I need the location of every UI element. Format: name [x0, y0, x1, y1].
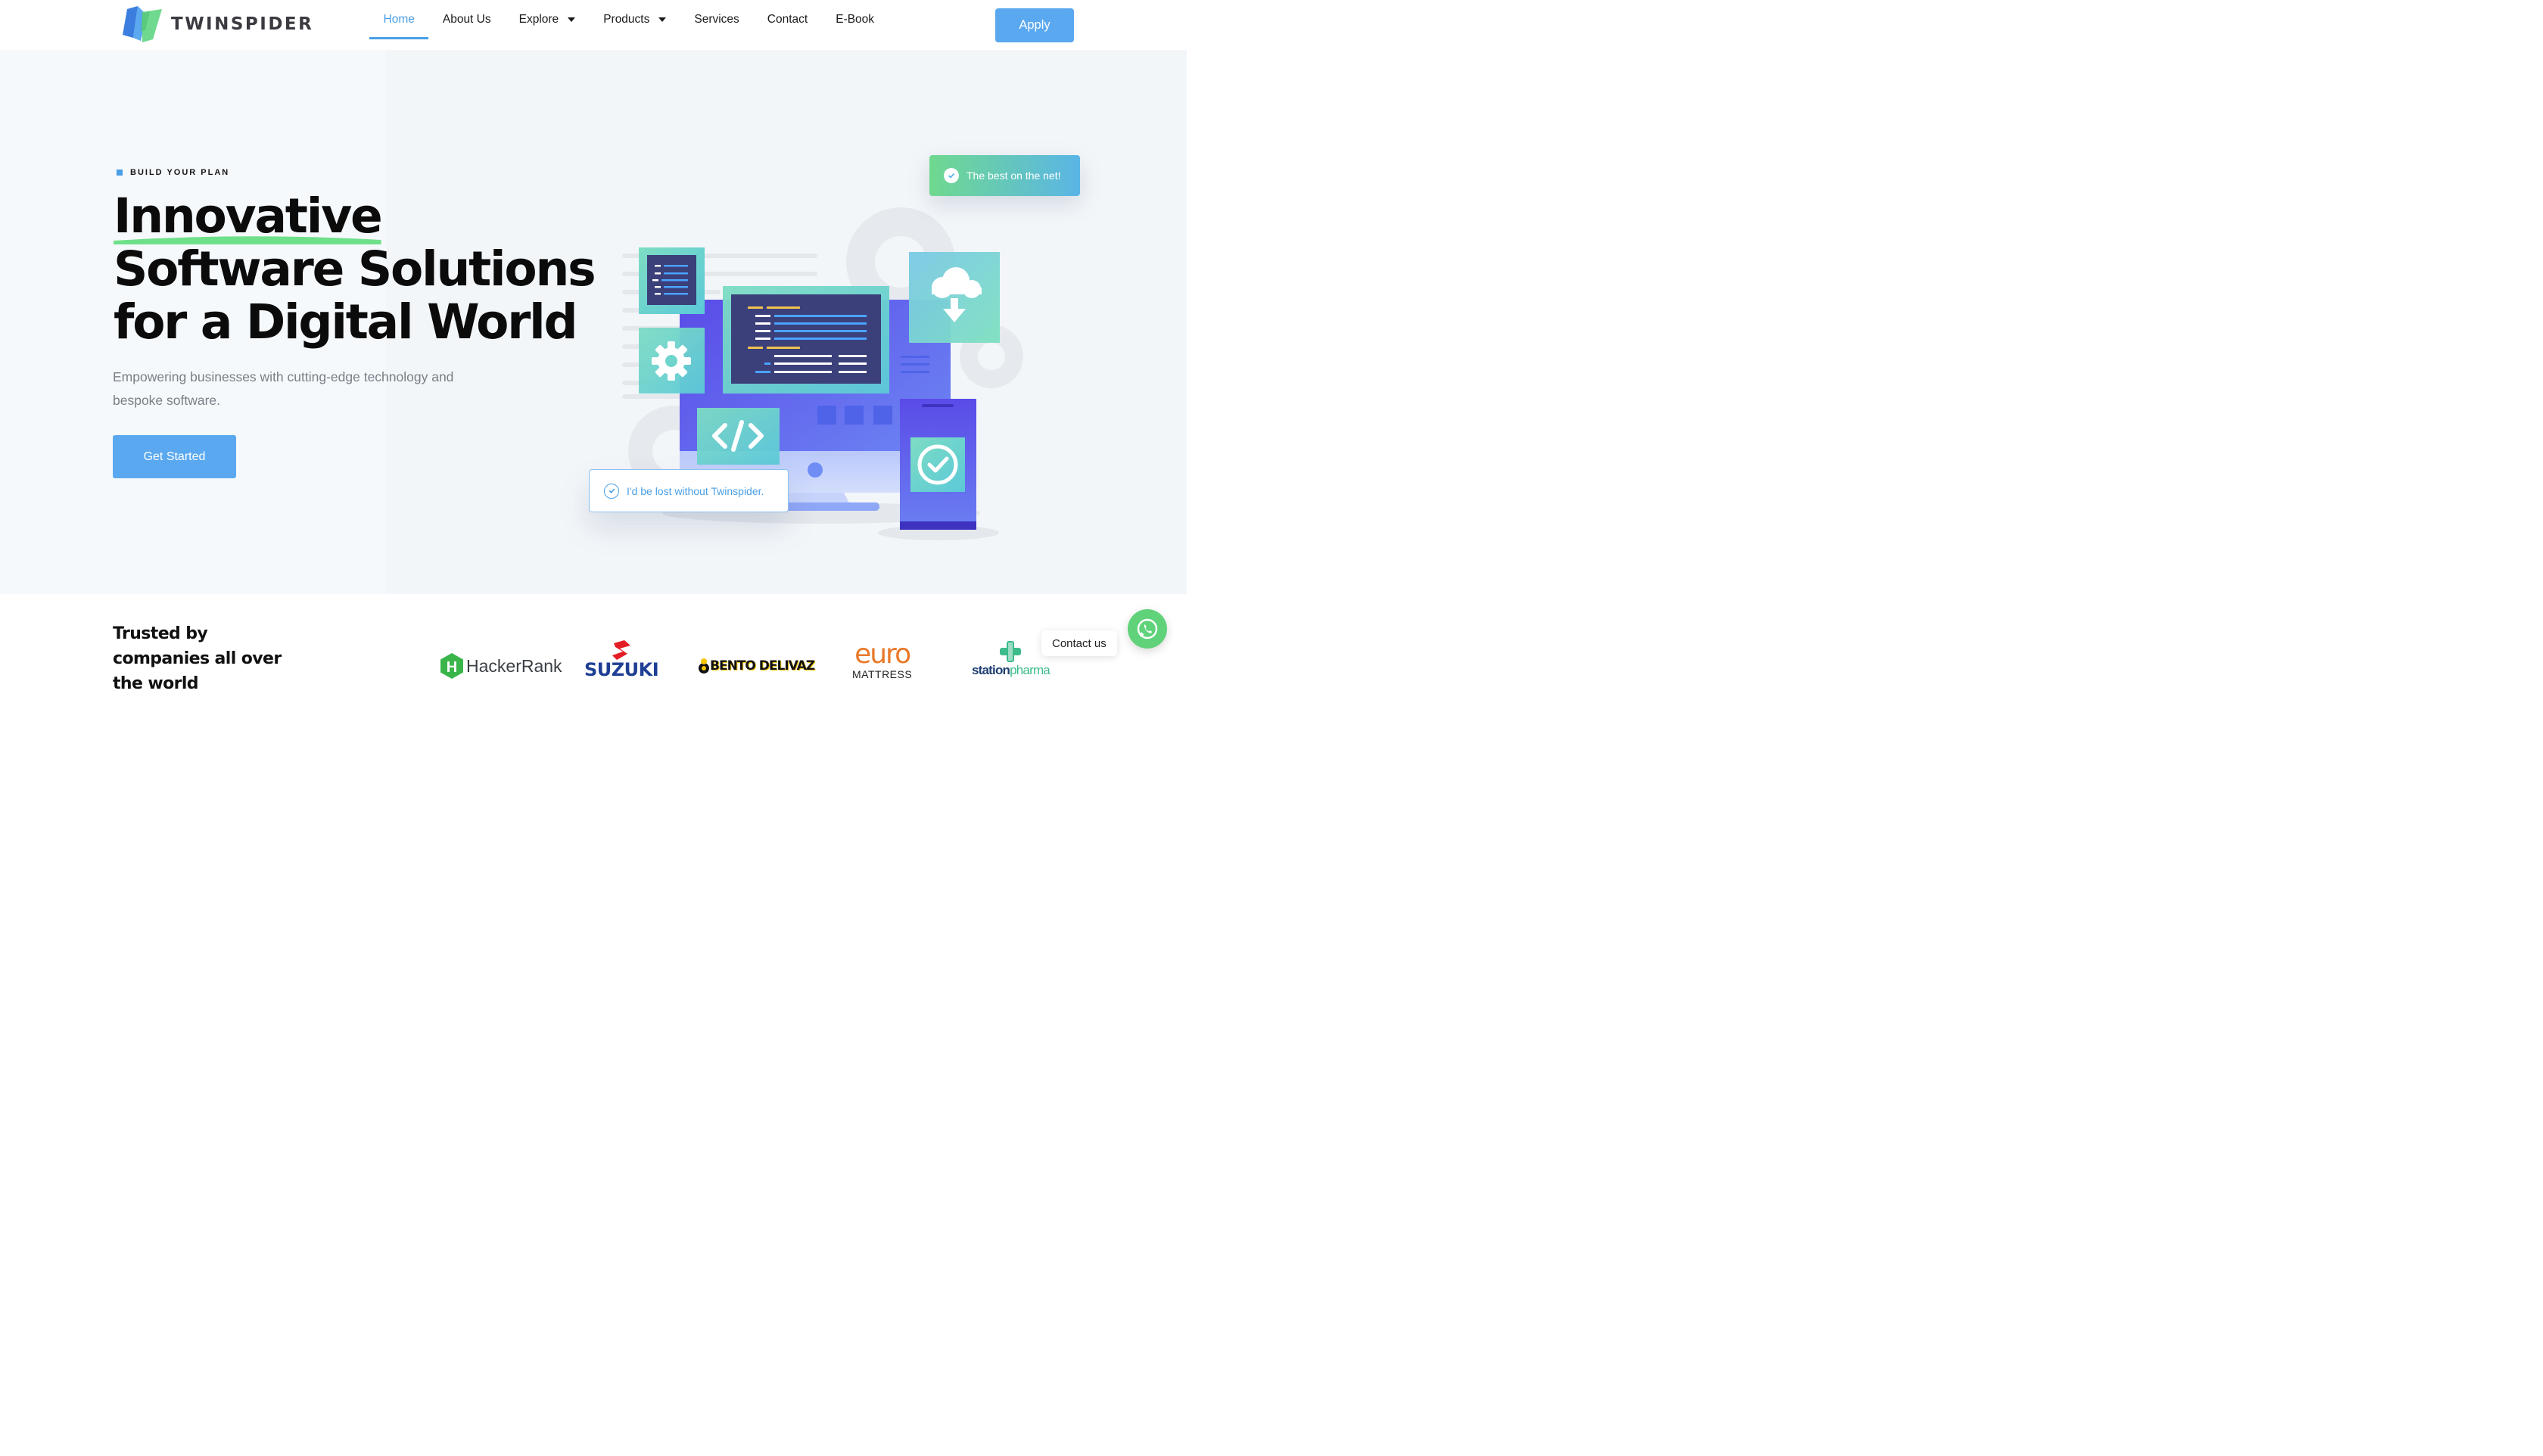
nav-explore-label: Explore [518, 13, 559, 26]
pharma-text: pharma [1010, 663, 1051, 677]
nav-products[interactable]: Products [590, 0, 680, 39]
nav-services-label: Services [694, 13, 739, 26]
svg-text:H: H [447, 659, 457, 676]
trusted-by-section: Trusted by companies all over the world … [0, 594, 1187, 693]
hero-eyebrow: BUILD YOUR PLAN [117, 168, 229, 177]
badge-testimonial-text: I'd be lost without Twinspider. [627, 484, 764, 497]
suzuki-wordmark: SUZUKI [584, 659, 659, 680]
apply-button[interactable]: Apply [995, 8, 1074, 42]
eyebrow-text: BUILD YOUR PLAN [130, 168, 230, 177]
pharma-cross-icon [1000, 641, 1022, 662]
badge-testimonial: I'd be lost without Twinspider. [589, 469, 789, 512]
hero-section: BUILD YOUR PLAN Innovative Software Solu… [0, 50, 1187, 594]
nav-contact-label: Contact [767, 13, 808, 26]
mattress-wordmark: MATTRESS [852, 668, 913, 680]
logo-hackerrank: H HackerRank [440, 652, 562, 680]
station-pharma-wordmark: stationpharma [972, 663, 1051, 677]
hackerrank-wordmark: HackerRank [466, 655, 562, 676]
hero-subtext: Empowering businesses with cutting-edge … [113, 369, 454, 408]
nav-home[interactable]: Home [369, 0, 429, 39]
square-bullet-icon [117, 170, 123, 176]
nav-services[interactable]: Services [680, 0, 753, 39]
bento-mascot-icon [699, 658, 709, 674]
check-circle-outline-icon [604, 483, 619, 499]
badge-best-text: The best on the net! [966, 170, 1061, 182]
headline-highlight: Innovative [114, 188, 383, 244]
check-circle-icon [944, 168, 959, 183]
whatsapp-icon [1137, 618, 1158, 639]
nav-home-label: Home [383, 13, 415, 26]
hackerrank-hex-icon: H [440, 653, 463, 679]
trusted-title: Trusted by companies all over the world [113, 624, 282, 693]
headline-line-2: Software Solutions [114, 241, 596, 297]
station-text: station [972, 663, 1010, 677]
badge-best-on-net: The best on the net! [929, 155, 1080, 196]
site-header: TWINSPIDER Home About Us Explore Product… [0, 0, 1187, 50]
nav-explore[interactable]: Explore [505, 0, 590, 39]
nav-contact[interactable]: Contact [753, 0, 821, 39]
logo-bento-delivaz: BENTO DELIVAZ [698, 658, 815, 674]
logo-suzuki: SUZUKI [584, 640, 659, 680]
suzuki-s-icon [612, 640, 631, 660]
headline-line-1: Innovative [114, 188, 383, 244]
logo-euro-mattress: euro MATTRESS [852, 639, 913, 681]
hero-headline: Innovative Software Solutions for a Digi… [114, 188, 596, 350]
whatsapp-button[interactable] [1128, 609, 1167, 649]
euro-wordmark: euro [854, 639, 911, 670]
caret-down-icon [658, 17, 667, 22]
caret-down-icon [568, 17, 576, 22]
bento-wordmark: BENTO DELIVAZ [710, 658, 815, 674]
twinspider-logo-icon [123, 6, 162, 42]
logo-station-pharma: stationpharma [972, 639, 1051, 677]
nav-ebook-label: E-Book [836, 13, 875, 26]
nav-ebook[interactable]: E-Book [822, 0, 889, 39]
nav-about-us[interactable]: About Us [428, 0, 505, 39]
main-nav: Home About Us Explore Products Services … [369, 0, 889, 39]
nav-products-label: Products [603, 13, 650, 26]
get-started-button[interactable]: Get Started [113, 435, 236, 478]
contact-us-chip[interactable]: Contact us [1041, 630, 1117, 656]
brand-name: TWINSPIDER [171, 14, 314, 34]
nav-about-label: About Us [442, 13, 491, 26]
brand-logo[interactable]: TWINSPIDER [120, 5, 313, 44]
headline-line-3: for a Digital World [114, 294, 578, 350]
